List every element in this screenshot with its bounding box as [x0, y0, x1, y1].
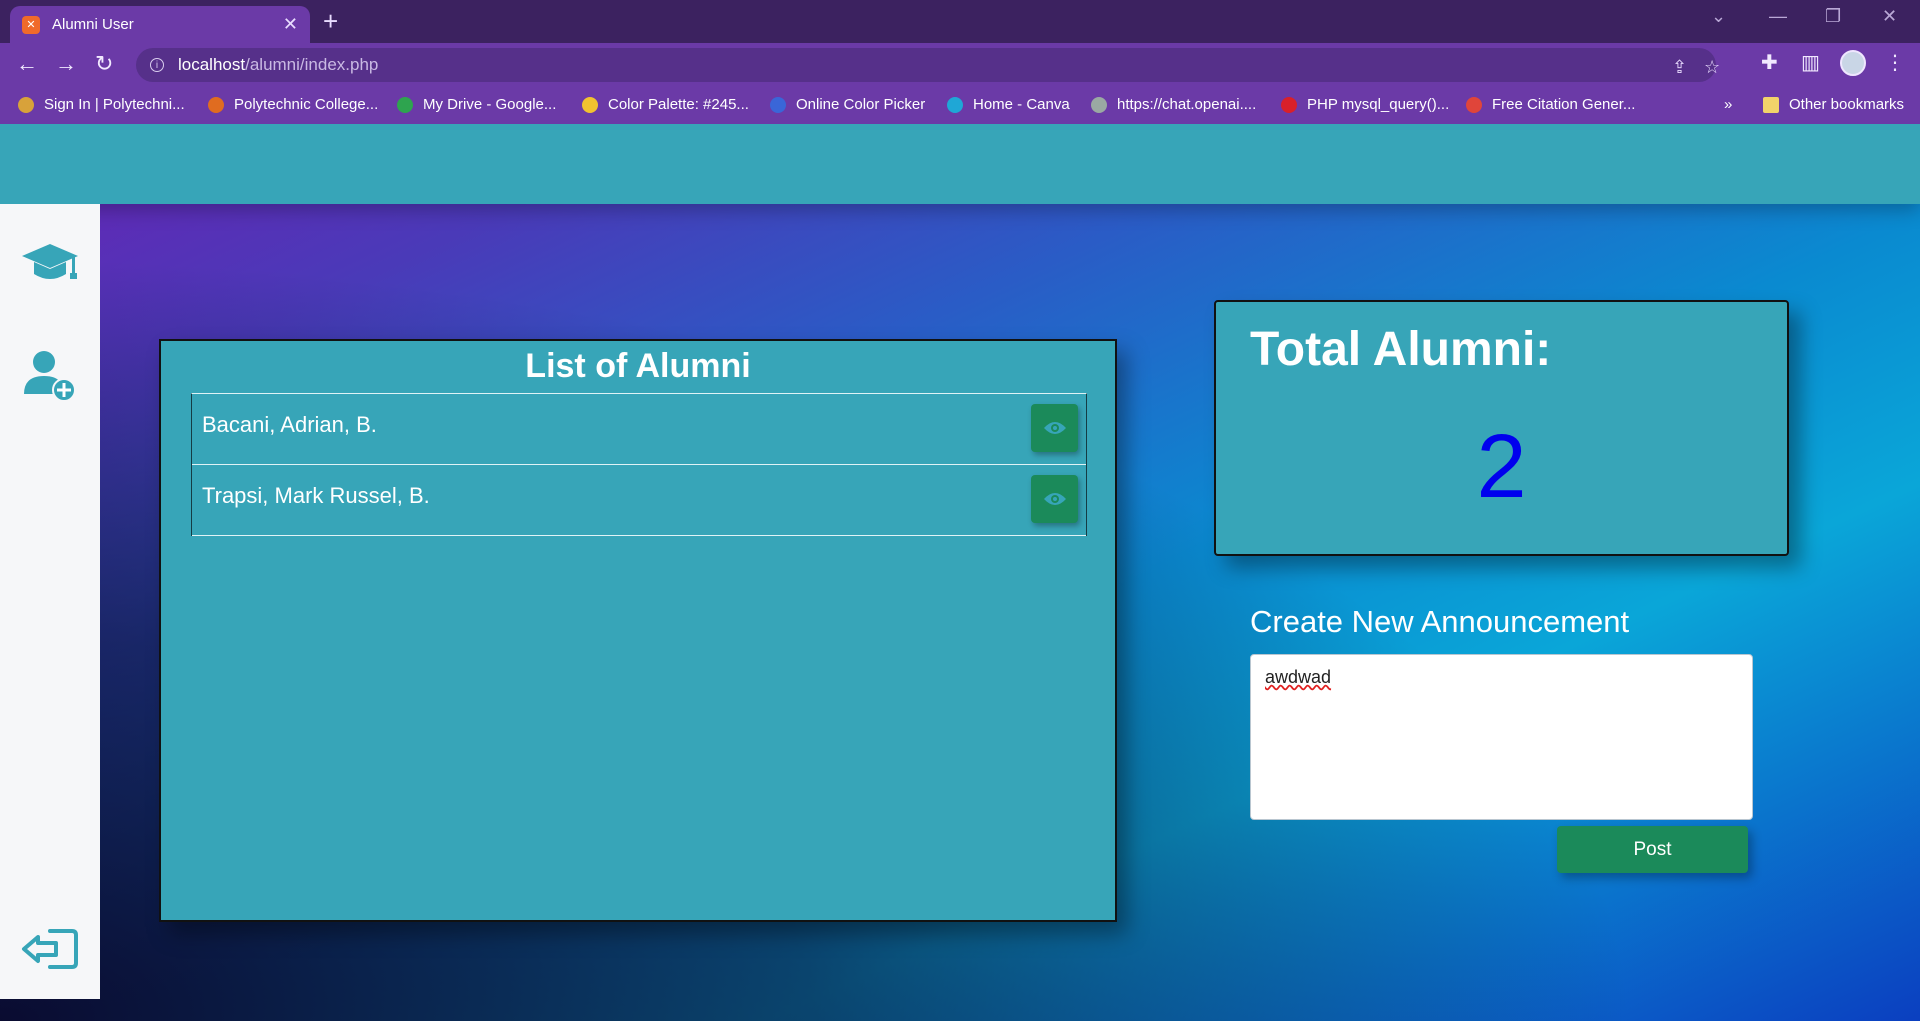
alumni-table: Bacani, Adrian, B. Trapsi, Mark Russel, … — [191, 393, 1087, 536]
profile-avatar[interactable] — [1840, 50, 1866, 76]
total-alumni-card: Total Alumni: 2 — [1214, 300, 1789, 556]
announcement-title: Create New Announcement — [1250, 604, 1630, 639]
eyedropper-icon — [770, 96, 786, 113]
eye-icon — [1043, 422, 1066, 434]
table-row: Trapsi, Mark Russel, B. — [192, 465, 1086, 536]
table-row: Bacani, Adrian, B. — [192, 394, 1086, 465]
site-info-icon[interactable]: i — [150, 58, 164, 72]
bookmark-item[interactable]: Home - Canva — [947, 96, 1070, 113]
url-host: localhost — [178, 55, 246, 74]
eye-icon — [1043, 493, 1066, 505]
other-bookmarks-label: Other bookmarks — [1789, 96, 1905, 113]
xampp-favicon-icon: ✕ — [22, 15, 40, 34]
alumni-name: Trapsi, Mark Russel, B. — [202, 483, 430, 508]
tab-search-icon[interactable]: ⌄ — [1711, 6, 1726, 27]
bookmark-item[interactable]: Sign In | Polytechni... — [18, 96, 185, 113]
bookmarks-overflow-button[interactable]: » — [1724, 96, 1732, 113]
palette-icon — [582, 96, 598, 113]
bookmark-item[interactable]: Online Color Picker — [770, 96, 925, 113]
bookmark-item[interactable]: Polytechnic College... — [208, 96, 378, 113]
browser-tab[interactable]: ✕ Alumni User ✕ — [10, 6, 310, 43]
bookmark-label: Home - Canva — [973, 96, 1070, 113]
alumni-list-panel: List of Alumni Bacani, Adrian, B. Trapsi… — [159, 339, 1117, 922]
top-header-bar — [0, 124, 1920, 204]
other-bookmarks[interactable]: Other bookmarks — [1763, 96, 1904, 113]
bookmark-item[interactable]: Color Palette: #245... — [582, 96, 749, 113]
college-icon — [208, 96, 224, 113]
back-icon[interactable]: ← — [16, 51, 38, 77]
tab-strip: ✕ Alumni User ✕ + ⌄ — ❐ ✕ — [0, 0, 1920, 43]
bookmarks-bar: Sign In | Polytechni... Polytechnic Coll… — [0, 87, 1920, 124]
post-button[interactable]: Post — [1557, 826, 1748, 873]
bookmark-label: Online Color Picker — [796, 96, 926, 113]
bookmark-item[interactable]: My Drive - Google... — [397, 96, 556, 113]
openai-icon — [1091, 96, 1107, 113]
tab-title: Alumni User — [52, 16, 134, 33]
forward-icon[interactable]: → — [55, 51, 77, 77]
minimize-icon[interactable]: — — [1769, 6, 1787, 27]
alumni-list-title: List of Alumni — [525, 347, 751, 385]
new-tab-icon[interactable]: + — [323, 8, 338, 34]
logout-icon[interactable] — [20, 919, 80, 979]
total-alumni-count: 2 — [1476, 417, 1527, 517]
page-content: List of Alumni Bacani, Adrian, B. Trapsi… — [0, 124, 1920, 1021]
bookmark-item[interactable]: PHP mysql_query()... — [1281, 96, 1449, 113]
bookmark-label: Color Palette: #245... — [608, 96, 749, 113]
bookmark-label: Free Citation Gener... — [1492, 96, 1636, 113]
reload-icon[interactable]: ↻ — [95, 51, 113, 77]
bookmark-item[interactable]: Free Citation Gener... — [1466, 96, 1635, 113]
address-bar[interactable]: i localhost/alumni/index.php ⇪ ☆ — [136, 48, 1720, 82]
add-user-icon[interactable] — [20, 346, 80, 406]
view-alumni-button[interactable] — [1031, 404, 1078, 452]
bookmark-label: Sign In | Polytechni... — [44, 96, 185, 113]
bookmark-label: https://chat.openai.... — [1117, 96, 1257, 113]
view-alumni-button[interactable] — [1031, 475, 1078, 523]
side-panel-icon[interactable]: ▥ — [1801, 50, 1820, 75]
browser-toolbar: ← → ↻ i localhost/alumni/index.php ⇪ ☆ ✚… — [0, 43, 1920, 87]
bookmark-star-icon[interactable]: ☆ — [1704, 57, 1720, 78]
share-icon[interactable]: ⇪ — [1672, 57, 1687, 78]
announcement-textarea[interactable]: awdwad — [1250, 654, 1753, 820]
url-path: /alumni/index.php — [245, 55, 379, 74]
window-close-icon[interactable]: ✕ — [1882, 6, 1897, 27]
restore-icon[interactable]: ❐ — [1825, 6, 1841, 27]
php-icon — [1281, 96, 1297, 113]
sidebar — [0, 204, 100, 999]
graduation-cap-icon[interactable] — [20, 234, 80, 294]
canva-icon — [947, 96, 963, 113]
close-tab-icon[interactable]: ✕ — [283, 14, 298, 35]
bookmark-item[interactable]: https://chat.openai.... — [1091, 96, 1256, 113]
citation-icon — [1466, 96, 1482, 113]
google-drive-icon — [397, 96, 413, 113]
bookmark-label: My Drive - Google... — [423, 96, 557, 113]
bookmark-label: PHP mysql_query()... — [1307, 96, 1450, 113]
seal-icon — [18, 96, 34, 113]
menu-icon[interactable]: ⋮ — [1885, 50, 1905, 75]
total-alumni-label: Total Alumni: — [1250, 323, 1552, 376]
alumni-name: Bacani, Adrian, B. — [202, 412, 377, 437]
bookmark-label: Polytechnic College... — [234, 96, 379, 113]
announcement-text: awdwad — [1265, 667, 1332, 687]
extensions-icon[interactable]: ✚ — [1761, 50, 1778, 75]
folder-icon — [1763, 96, 1779, 113]
